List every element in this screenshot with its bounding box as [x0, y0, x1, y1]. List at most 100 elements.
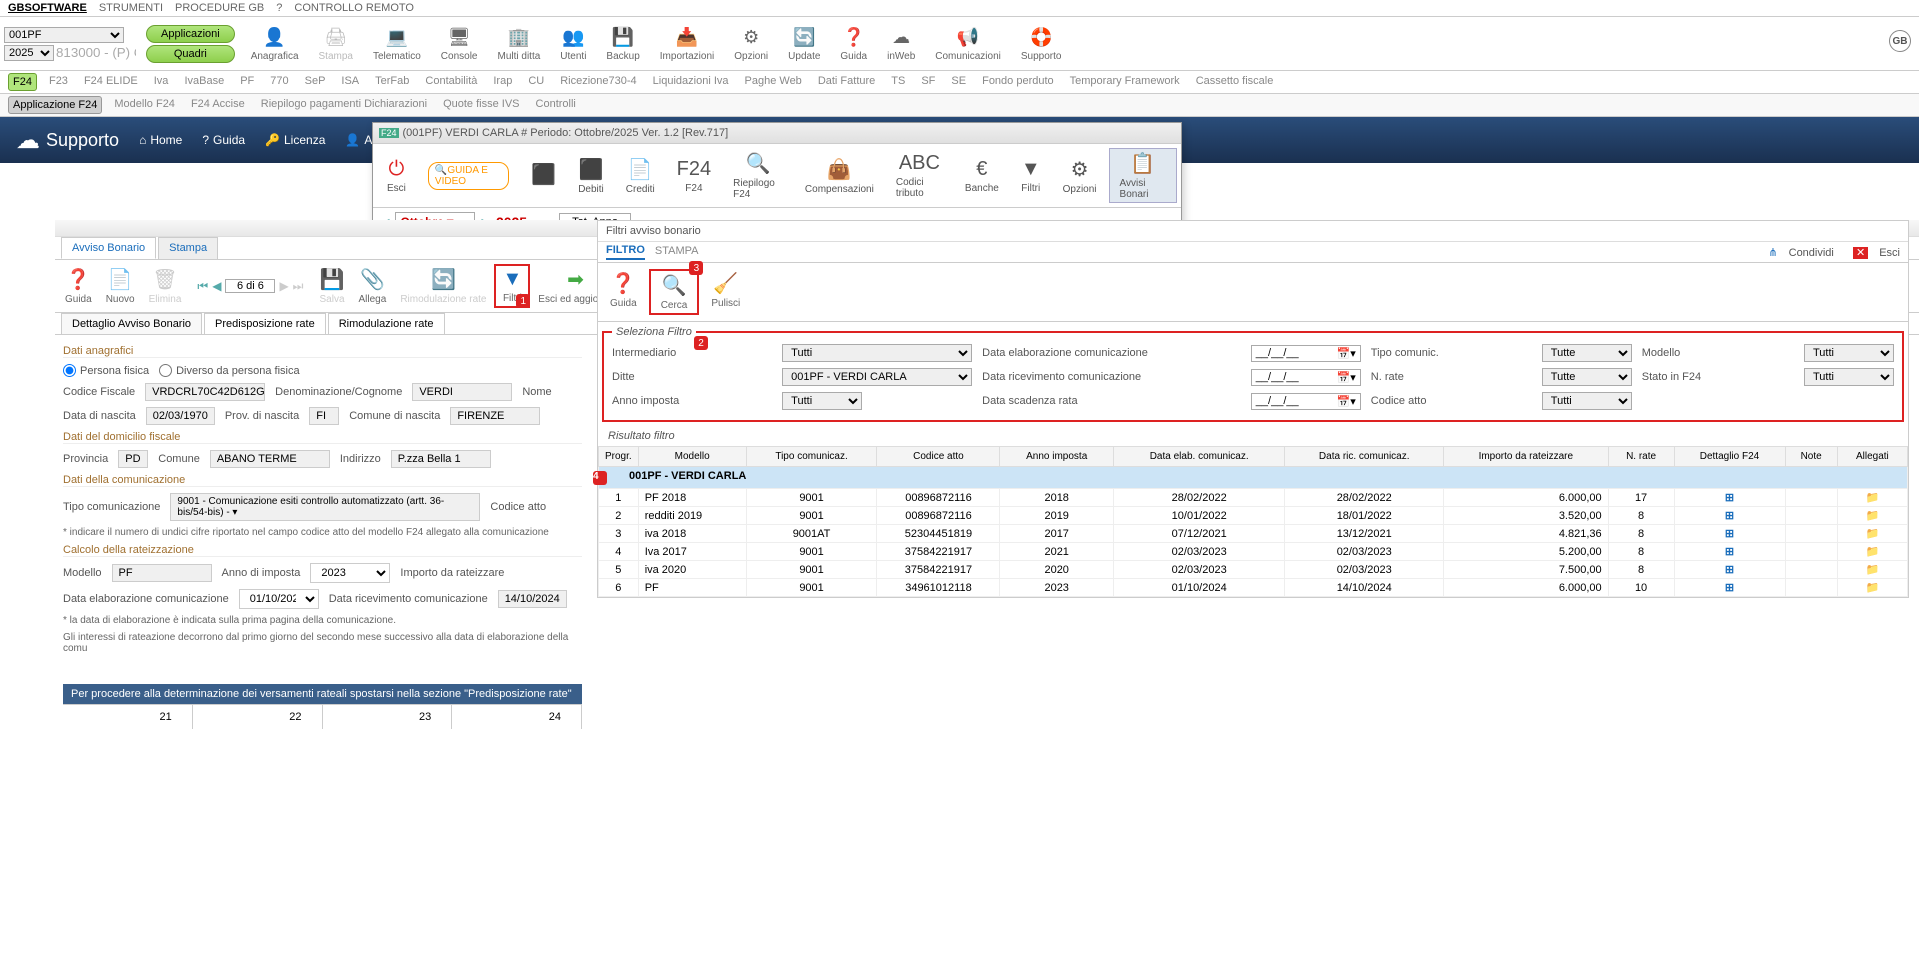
rimodulazione-button[interactable]: 🔄Rimodulazione rate: [394, 265, 492, 307]
tab-dettaglio[interactable]: Dettaglio Avviso Bonario: [61, 313, 202, 334]
ribbon-inweb[interactable]: ☁inWeb: [879, 23, 923, 64]
menu-item[interactable]: PROCEDURE GB: [175, 2, 264, 14]
elimina-button[interactable]: 🗑Elimina: [143, 265, 188, 307]
cat-tab[interactable]: Fondo perduto: [978, 73, 1058, 91]
condividi-button[interactable]: ⋔ Condividi: [1760, 247, 1834, 259]
cat-tab[interactable]: Liquidazioni Iva: [649, 73, 733, 91]
tipo-comunic-select[interactable]: Tutte: [1542, 344, 1632, 362]
cerca-button-highlighted[interactable]: 🔍Cerca 3: [649, 269, 700, 315]
menu-item[interactable]: STRUMENTI: [99, 2, 163, 14]
prev-icon[interactable]: ◀: [212, 279, 221, 293]
cat-tab[interactable]: Irap: [489, 73, 516, 91]
applicazioni-button[interactable]: Applicazioni: [146, 25, 235, 43]
ribbon-opzioni[interactable]: ⚙Opzioni: [726, 23, 776, 64]
cat-tab[interactable]: ISA: [337, 73, 363, 91]
col-header[interactable]: Allegati: [1837, 447, 1907, 467]
provincia-value[interactable]: PD: [118, 450, 148, 468]
col-header[interactable]: Dettaglio F24: [1674, 447, 1785, 467]
col-header[interactable]: Modello: [638, 447, 746, 467]
f24-btn-Avvisi Bonari[interactable]: 📋Avvisi Bonari: [1109, 148, 1177, 203]
modello-filter-select[interactable]: Tutti: [1804, 344, 1894, 362]
plus-icon[interactable]: ⊞: [1725, 546, 1734, 558]
cat-tab[interactable]: Ricezione730-4: [556, 73, 640, 91]
table-row[interactable]: 5iva 2020900137584221917202002/03/202302…: [599, 561, 1908, 579]
col-header[interactable]: Note: [1785, 447, 1837, 467]
plus-icon[interactable]: ⊞: [1725, 582, 1734, 594]
allega-button[interactable]: 📎Allega: [353, 265, 393, 307]
f24-btn-Banche[interactable]: €Banche: [955, 156, 1009, 196]
col-header[interactable]: Anno imposta: [1000, 447, 1114, 467]
ribbon-update[interactable]: 🔄Update: [780, 23, 828, 64]
tipo-comunicazione-select[interactable]: 9001 - Comunicazione esiti controllo aut…: [170, 493, 480, 521]
data-scad-rata-input[interactable]: __/__/__📅▾: [1251, 393, 1361, 410]
menu-item[interactable]: CONTROLLO REMOTO: [294, 2, 414, 14]
anno-imposta-filter-select[interactable]: Tutti: [782, 392, 862, 410]
ribbon-comunicazioni[interactable]: 📢Comunicazioni: [927, 23, 1009, 64]
cat-tab[interactable]: IvaBase: [180, 73, 228, 91]
account-code-select[interactable]: 001PF: [4, 27, 124, 43]
plus-icon[interactable]: ⊞: [1725, 564, 1734, 576]
first-icon[interactable]: ⏮: [197, 279, 208, 294]
data-elab-input[interactable]: 01/10/2024: [239, 589, 319, 609]
f24-btn-Filtri[interactable]: ▼Filtri: [1011, 156, 1051, 196]
ribbon-guida[interactable]: ❓Guida: [832, 23, 875, 64]
data-elab-com-input[interactable]: __/__/__📅▾: [1251, 345, 1361, 362]
table-row[interactable]: 3iva 20189001AT52304451819201707/12/2021…: [599, 525, 1908, 543]
ribbon-multi ditta[interactable]: 🏢Multi ditta: [490, 23, 549, 64]
f24-btn-icon[interactable]: ⬛: [521, 160, 566, 191]
sub-tab[interactable]: Controlli: [532, 96, 580, 114]
menu-item[interactable]: ?: [276, 2, 282, 14]
table-row[interactable]: 2redditi 2019900100896872116201910/01/20…: [599, 507, 1908, 525]
ditte-select[interactable]: 001PF - VERDI CARLA: [782, 368, 972, 386]
col-header[interactable]: Tipo comunicaz.: [746, 447, 877, 467]
data-nascita-value[interactable]: 02/03/1970: [146, 407, 215, 425]
stato-f24-select[interactable]: Tutti: [1804, 368, 1894, 386]
plus-icon[interactable]: ⊞: [1725, 492, 1734, 504]
nav-guida[interactable]: ?Guida: [202, 133, 245, 147]
tab-predisposizione[interactable]: Predisposizione rate: [204, 313, 326, 334]
denominazione-value[interactable]: VERDI: [412, 383, 512, 401]
data-ricev-input[interactable]: 14/10/2024: [498, 590, 567, 608]
folder-icon[interactable]: 📁: [1866, 564, 1880, 576]
folder-icon[interactable]: 📁: [1866, 582, 1880, 594]
cat-tab[interactable]: PF: [236, 73, 258, 91]
diverso-pf-radio[interactable]: [159, 364, 172, 377]
menu-item[interactable]: GBSOFTWARE: [8, 2, 87, 14]
folder-icon[interactable]: 📁: [1866, 492, 1880, 504]
cat-tab[interactable]: F24 ELIDE: [80, 73, 142, 91]
ribbon-supporto[interactable]: 🛟Supporto: [1013, 23, 1070, 64]
ribbon-importazioni[interactable]: 📥Importazioni: [652, 23, 722, 64]
tab-rimodulazione[interactable]: Rimodulazione rate: [328, 313, 445, 334]
folder-icon[interactable]: 📁: [1866, 528, 1880, 540]
plus-icon[interactable]: ⊞: [1725, 510, 1734, 522]
tab-stampa[interactable]: STAMPA: [655, 245, 699, 259]
ribbon-telematico[interactable]: 💻Telematico: [365, 23, 429, 64]
cat-tab[interactable]: Temporary Framework: [1066, 73, 1184, 91]
data-ric-com-input[interactable]: __/__/__📅▾: [1251, 369, 1361, 386]
f24-btn-Codici tributo[interactable]: ABCCodici tributo: [886, 150, 953, 201]
col-header[interactable]: Codice atto: [877, 447, 1000, 467]
sub-tab[interactable]: Quote fisse IVS: [439, 96, 523, 114]
ribbon-backup[interactable]: 💾Backup: [598, 23, 647, 64]
pager-input[interactable]: [225, 279, 275, 293]
sub-tab[interactable]: Modello F24: [110, 96, 179, 114]
tab-avviso-bonario[interactable]: Avviso Bonario: [61, 237, 156, 259]
guida-button[interactable]: ❓Guida: [59, 265, 98, 307]
salva-button[interactable]: 💾Salva: [313, 265, 350, 307]
ribbon-anagrafica[interactable]: 👤Anagrafica: [243, 23, 307, 64]
guida-button[interactable]: ❓Guida: [604, 269, 643, 311]
f24-btn-Esci[interactable]: ⏻Esci: [377, 156, 416, 196]
ribbon-stampa[interactable]: 🖨Stampa: [311, 23, 361, 64]
sub-tab[interactable]: F24 Accise: [187, 96, 249, 114]
prov-nascita-value[interactable]: FI: [309, 407, 339, 425]
year-select[interactable]: 2025: [4, 45, 54, 61]
cat-tab[interactable]: F24: [8, 73, 37, 91]
f24-btn-Crediti[interactable]: 📄Crediti: [616, 155, 665, 197]
tab-filtro[interactable]: FILTRO: [606, 244, 645, 260]
modello-value[interactable]: PF: [112, 564, 212, 582]
ribbon-utenti[interactable]: 👥Utenti: [552, 23, 594, 64]
nuovo-button[interactable]: 📄Nuovo: [100, 265, 141, 307]
cat-tab[interactable]: Contabilità: [421, 73, 481, 91]
table-row[interactable]: 4Iva 2017900137584221917202102/03/202302…: [599, 543, 1908, 561]
plus-icon[interactable]: ⊞: [1725, 528, 1734, 540]
